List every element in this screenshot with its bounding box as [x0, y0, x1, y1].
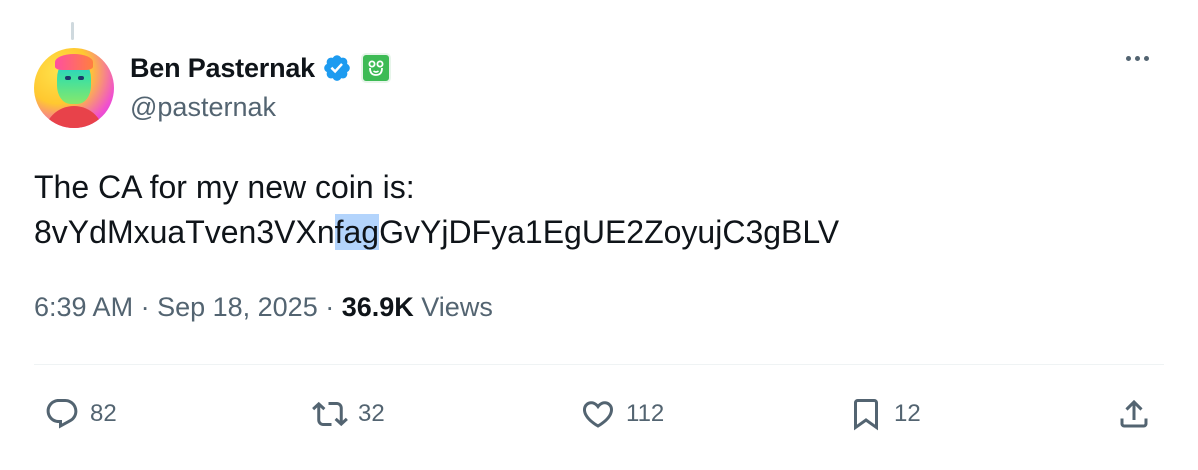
divider	[34, 364, 1164, 365]
more-dot	[1144, 56, 1149, 61]
author-handle[interactable]: @pasternak	[130, 92, 276, 123]
avatar-shirt	[44, 106, 104, 128]
like-button[interactable]: 112	[580, 392, 664, 436]
views-count[interactable]: 36.9K	[342, 292, 414, 323]
repost-button[interactable]: 32	[312, 392, 385, 436]
tweet-meta: 6:39 AM · Sep 18, 2025 · 36.9K Views	[34, 292, 493, 323]
more-options-icon[interactable]	[1126, 56, 1149, 61]
author-display-name[interactable]: Ben Pasternak	[130, 53, 315, 84]
avatar[interactable]	[34, 48, 114, 128]
views-label: Views	[413, 292, 493, 322]
heart-icon	[582, 401, 614, 428]
reply-count: 82	[90, 400, 117, 427]
thread-line	[71, 22, 74, 40]
avatar-eye	[78, 76, 84, 80]
reply-icon	[46, 399, 78, 429]
tweet-time[interactable]: 6:39 AM	[34, 292, 133, 323]
repost-count: 32	[358, 400, 385, 427]
bookmark-button[interactable]: 12	[848, 392, 921, 436]
author-name-row: Ben Pasternak	[130, 50, 391, 86]
tweet-line-1: The CA for my new coin is:	[34, 169, 415, 205]
ca-selected-text: fag	[334, 214, 380, 250]
avatar-hair	[55, 54, 93, 70]
repost-icon	[312, 401, 348, 427]
more-dot	[1135, 56, 1140, 61]
avatar-eye	[65, 76, 71, 80]
verified-badge-icon[interactable]	[322, 53, 352, 83]
affiliate-badge-icon[interactable]	[361, 53, 391, 83]
ca-part-1: 8vYdMxuaTven3VXn	[34, 214, 335, 250]
tweet-text: The CA for my new coin is: 8vYdMxuaTven3…	[34, 165, 1174, 255]
meta-separator: ·	[317, 292, 342, 322]
share-icon	[1120, 399, 1148, 428]
share-button[interactable]	[1116, 392, 1152, 436]
like-count: 112	[626, 400, 665, 427]
ca-part-2: GvYjDFya1EgUE2ZoyujC3gBLV	[379, 214, 840, 250]
meta-separator: ·	[133, 292, 158, 322]
tweet-contract-address: 8vYdMxuaTven3VXnfagGvYjDFya1EgUE2ZoyujC3…	[34, 210, 1174, 255]
bookmark-icon	[854, 399, 878, 431]
reply-button[interactable]: 82	[44, 392, 117, 436]
more-dot	[1126, 56, 1131, 61]
bookmark-count: 12	[894, 400, 921, 427]
tweet-date[interactable]: Sep 18, 2025	[157, 292, 318, 323]
